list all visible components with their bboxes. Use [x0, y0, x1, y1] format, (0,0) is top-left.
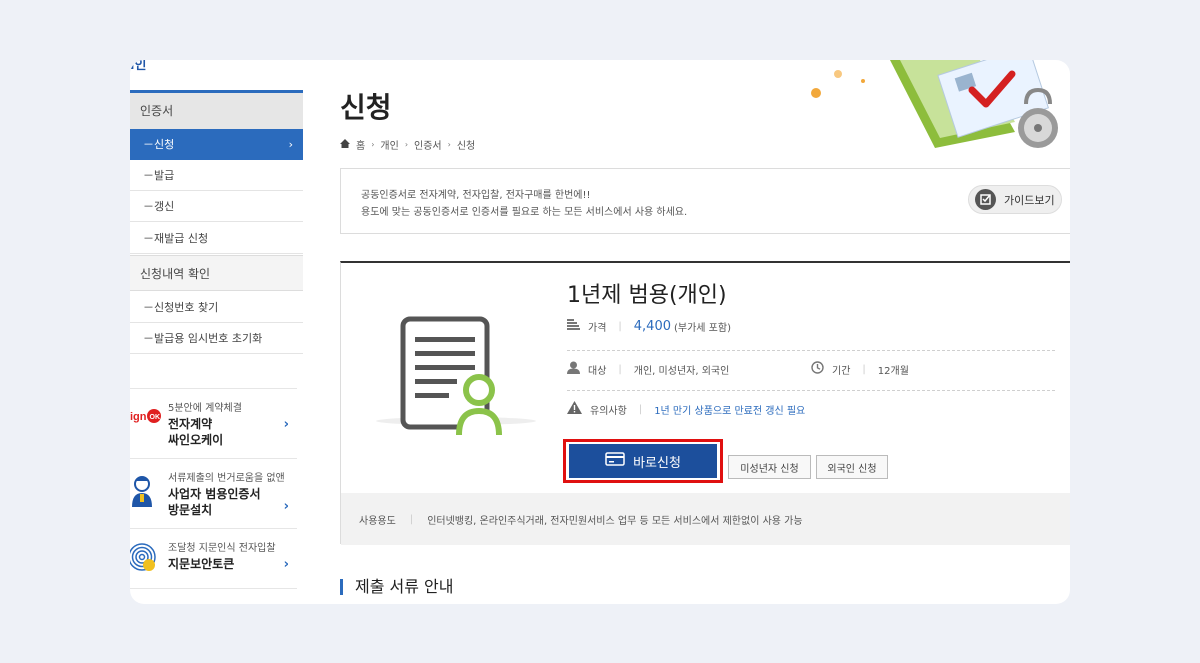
price-icon [567, 319, 580, 334]
caution-label: 유의사항 [590, 405, 627, 417]
guide-button[interactable]: 가이드보기 [968, 185, 1062, 214]
chevron-right-icon: › [283, 499, 289, 514]
divider [567, 390, 1055, 391]
chevron-right-icon: › [283, 417, 289, 432]
breadcrumb-separator-icon: › [404, 140, 409, 149]
breadcrumb-separator-icon: › [447, 140, 451, 149]
guide-check-icon [975, 189, 996, 210]
promo-subtitle: 서류제출의 번거로움을 없앤 [168, 473, 285, 484]
period-row: 기간 | 12개월 [811, 361, 909, 377]
target-label: 대상 [588, 365, 607, 377]
price-value: 4,400 [633, 319, 671, 334]
breadcrumb-certificate[interactable]: 인증서 [414, 137, 442, 152]
notice-line-2: 용도에 맞는 공동인증서로 인증서를 필요로 하는 모든 서비스에서 사용 하세… [361, 207, 688, 218]
sidebar-item-label: －신청 [143, 138, 175, 151]
fingerprint-icon [130, 541, 160, 579]
notice-line-1: 공동인증서로 전자계약, 전자입찰, 전자구매를 한번에!! [361, 190, 591, 201]
sidebar-item-label: －갱신 [143, 200, 175, 213]
usage-row: 사용용도 | 인터넷뱅킹, 온라인주식거래, 전자민원서비스 업무 등 모든 서… [341, 493, 1070, 545]
period-value: 12개월 [877, 365, 909, 377]
usage-value: 인터넷뱅킹, 온라인주식거래, 전자민원서비스 업무 등 모든 서비스에서 제한… [427, 515, 803, 527]
promo-title: 지문보안토큰 [168, 557, 235, 571]
apply-now-label: 바로신청 [633, 455, 681, 471]
promo-title: 사업자 범용인증서 [168, 487, 261, 501]
caution-value: 1년 만기 상품으로 만료전 갱신 필요 [654, 405, 806, 417]
logo-fragment: l인 [130, 60, 147, 73]
home-icon[interactable] [340, 138, 350, 151]
caution-row: 유의사항 | 1년 만기 상품으로 만료전 갱신 필요 [567, 401, 805, 417]
breadcrumb-apply: 신청 [456, 141, 476, 152]
product-name: 1년제 범용(개인) [567, 283, 727, 308]
apply-now-button[interactable]: 바로신청 [569, 444, 717, 478]
svg-text:OK: OK [150, 414, 161, 421]
target-value: 개인, 미성년자, 외국인 [633, 365, 730, 377]
certificate-document-icon [376, 316, 536, 436]
sidebar-item-label: －신청번호 찾기 [143, 301, 219, 314]
promo-title: 전자계약 [168, 417, 213, 431]
sidebar-category-history[interactable]: 신청내역 확인 [130, 255, 303, 291]
sidebar-item-issue[interactable]: －발급 [130, 160, 303, 191]
sidebar-item-label: －발급 [143, 169, 175, 182]
minor-apply-button[interactable]: 미성년자 신청 [728, 455, 811, 479]
promo-title: 방문설치 [168, 503, 213, 517]
chevron-right-icon: › [283, 557, 289, 572]
clock-icon [811, 361, 824, 377]
price-note: (부가세 포함) [674, 323, 731, 334]
sidebar: l인 인증서 －신청 › －발급 －갱신 －재발급 신청 신청내역 확인 －신청… [130, 60, 303, 604]
promo-subtitle: 조달청 지문인식 전자입찰 [168, 543, 276, 554]
divider [567, 350, 1055, 351]
sidebar-item-reissue[interactable]: －재발급 신청 [130, 223, 303, 254]
sidebar-item-label: －재발급 신청 [143, 232, 209, 245]
page-card: l인 인증서 －신청 › －발급 －갱신 －재발급 신청 신청내역 확인 －신청… [130, 60, 1070, 604]
person-icon [130, 475, 156, 513]
promo-divider [130, 588, 297, 604]
promo-business-cert[interactable]: 서류제출의 번거로움을 없앤 사업자 범용인증서 방문설치 › [130, 458, 297, 520]
certificate-illustration [811, 60, 1058, 148]
sidebar-item-apply[interactable]: －신청 › [130, 129, 303, 160]
warning-icon [567, 401, 582, 417]
breadcrumb-home[interactable]: 홈 [356, 137, 365, 152]
chevron-right-icon: › [288, 138, 293, 151]
promo-title: 싸인오케이 [168, 433, 224, 447]
signok-logo-icon: ign OK [130, 407, 164, 431]
breadcrumb: 홈 › 개인 › 인증서 › 신청 [340, 137, 475, 152]
page-title: 신청 [340, 91, 392, 124]
sidebar-item-reset-temp-number[interactable]: －발급용 임시번호 초기화 [130, 323, 303, 354]
usage-label: 사용용도 [359, 515, 396, 527]
sidebar-item-renew[interactable]: －갱신 [130, 191, 303, 222]
apply-highlight: 바로신청 [563, 439, 723, 483]
person-icon [567, 361, 580, 377]
sidebar-category-certificate[interactable]: 인증서 [130, 93, 303, 129]
period-label: 기간 [832, 365, 851, 377]
guide-button-label: 가이드보기 [1004, 193, 1055, 207]
product-panel: 1년제 범용(개인) 가격 | 4,400 (부가세 포함) 대상 | 개인, … [340, 261, 1070, 545]
target-row: 대상 | 개인, 미성년자, 외국인 [567, 361, 729, 377]
foreigner-apply-button[interactable]: 외국인 신청 [816, 455, 888, 479]
sidebar-item-find-number[interactable]: －신청번호 찾기 [130, 292, 303, 323]
notice-box: 공동인증서로 전자계약, 전자입찰, 전자구매를 한번에!! 용도에 맞는 공동… [340, 168, 1070, 234]
breadcrumb-personal[interactable]: 개인 [380, 137, 398, 152]
promo-signok[interactable]: ign OK 5분안에 계약체결 전자계약 싸인오케이 › [130, 388, 297, 450]
section-title-documents: 제출 서류 안내 [340, 579, 454, 595]
breadcrumb-separator-icon: › [371, 140, 375, 149]
price-row: 가격 | 4,400 (부가세 포함) [567, 319, 731, 334]
price-label: 가격 [588, 323, 607, 334]
card-icon [605, 452, 625, 470]
svg-text:ign: ign [130, 411, 147, 423]
promo-subtitle: 5분안에 계약체결 [168, 403, 242, 414]
promo-fingerprint-token[interactable]: 조달청 지문인식 전자입찰 지문보안토큰 › [130, 528, 297, 590]
sidebar-item-label: －발급용 임시번호 초기화 [143, 332, 263, 345]
